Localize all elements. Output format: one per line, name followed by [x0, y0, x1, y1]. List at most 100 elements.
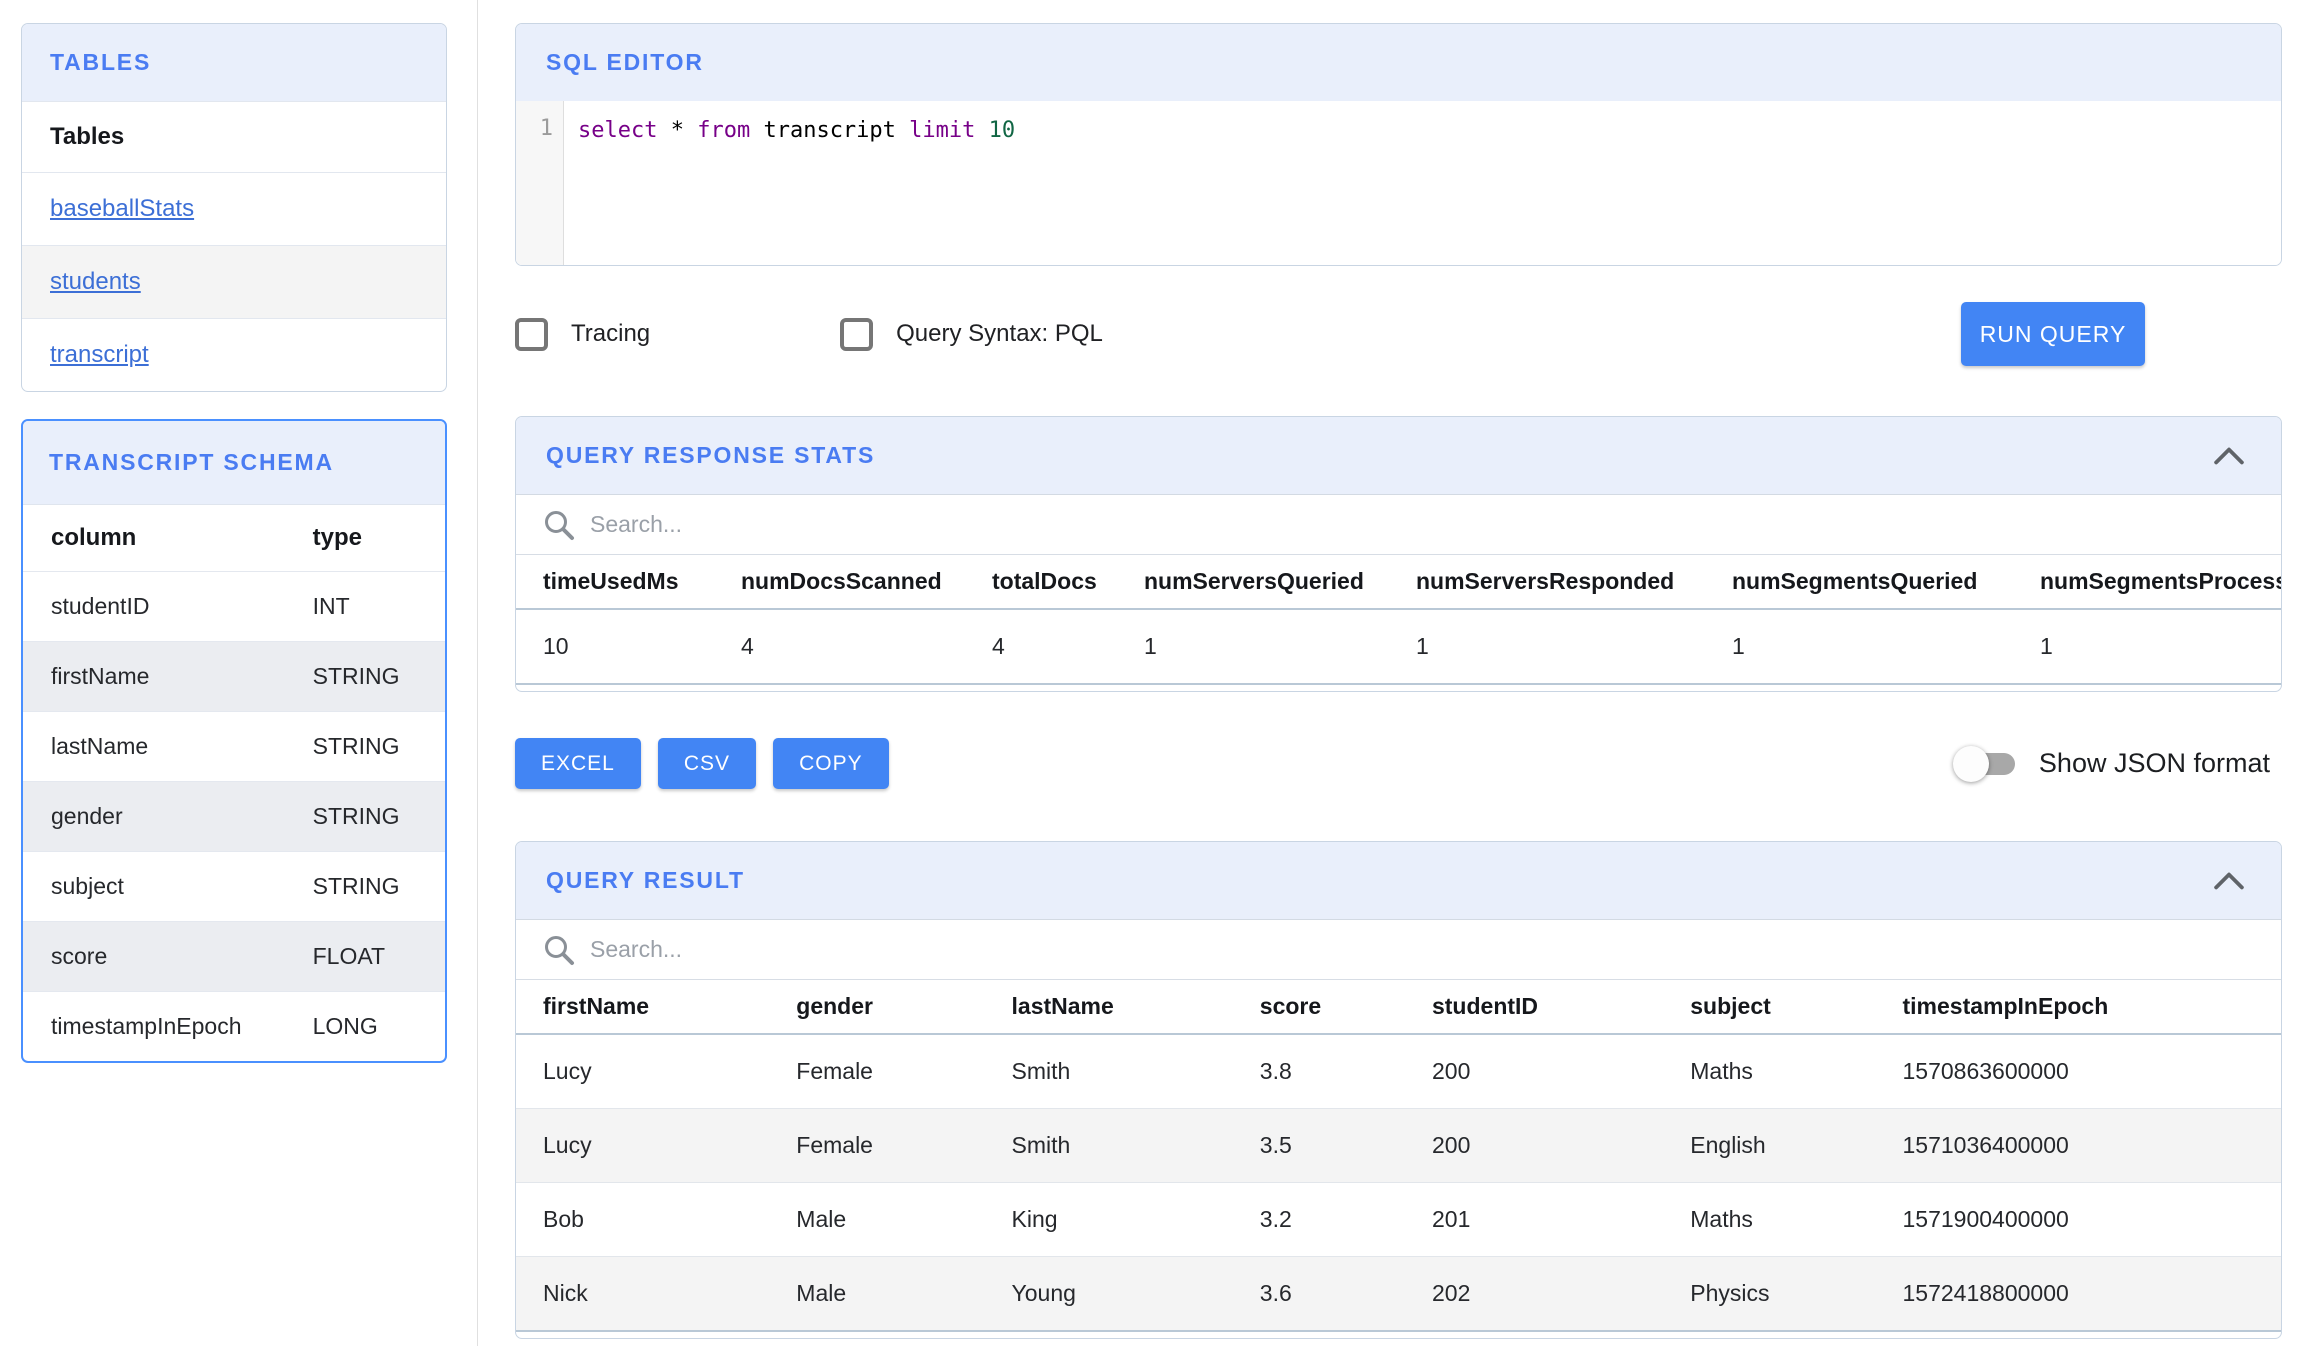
schema-panel-title: TRANSCRIPT SCHEMA: [49, 449, 334, 476]
pql-syntax-checkbox[interactable]: [840, 318, 873, 351]
query-controls-row: Tracing Query Syntax: PQL RUN QUERY: [515, 302, 2282, 366]
stats-table-container: timeUsedMs numDocsScanned totalDocs numS…: [516, 555, 2281, 691]
result-search-input[interactable]: [590, 936, 1290, 963]
schema-cell: gender: [23, 782, 285, 852]
schema-cell: STRING: [285, 782, 445, 852]
result-cell: 201: [1405, 1183, 1663, 1257]
result-table-container: firstName gender lastName score studentI…: [516, 980, 2281, 1338]
sql-token: select: [578, 118, 657, 143]
schema-cell: FLOAT: [285, 922, 445, 992]
tables-panel-header: TABLES: [22, 24, 446, 101]
stats-panel-header: QUERY RESPONSE STATS: [516, 417, 2281, 495]
result-col-header: timestampInEpoch: [1876, 980, 2282, 1034]
result-cell: 1571036400000: [1876, 1109, 2282, 1183]
sql-token: *: [657, 118, 697, 143]
sql-editor-title: SQL EDITOR: [546, 49, 704, 76]
schema-cell: timestampInEpoch: [23, 992, 285, 1062]
schema-header-row: column type: [23, 505, 445, 572]
result-collapse-button[interactable]: [2207, 868, 2251, 894]
table-link-transcript[interactable]: transcript: [50, 341, 149, 368]
table-row: Lucy Female Smith 3.5 200 English 157103…: [516, 1109, 2281, 1183]
chevron-up-icon: [2213, 872, 2245, 890]
copy-button[interactable]: COPY: [773, 738, 889, 789]
result-cell: Maths: [1663, 1034, 1875, 1109]
tracing-label: Tracing: [571, 320, 650, 348]
result-col-header: subject: [1663, 980, 1875, 1034]
stats-cell: 1: [1389, 609, 1705, 684]
schema-cell: firstName: [23, 642, 285, 712]
run-query-button[interactable]: RUN QUERY: [1961, 302, 2145, 366]
excel-button[interactable]: EXCEL: [515, 738, 641, 789]
table-list-item[interactable]: transcript: [22, 318, 446, 391]
table-row: Lucy Female Smith 3.8 200 Maths 15708636…: [516, 1034, 2281, 1109]
export-row: EXCEL CSV COPY Show JSON format: [515, 738, 2282, 789]
transcript-schema-panel: TRANSCRIPT SCHEMA column type studentID …: [21, 419, 447, 1063]
sql-token: 10: [975, 118, 1015, 143]
schema-row: timestampInEpoch LONG: [23, 992, 445, 1062]
stats-cell: 1: [1117, 609, 1389, 684]
tracing-checkbox[interactable]: [515, 318, 548, 351]
result-cell: Lucy: [516, 1109, 769, 1183]
sql-editor-header: SQL EDITOR: [516, 24, 2281, 101]
stats-col-header: numServersQueried: [1117, 555, 1389, 609]
code-input-area[interactable]: select * from transcript limit 10: [564, 101, 2281, 265]
result-cell: 1570863600000: [1876, 1034, 2282, 1109]
result-search-row: [516, 920, 2281, 980]
result-panel-title: QUERY RESULT: [546, 867, 745, 894]
schema-cell: INT: [285, 572, 445, 642]
stats-header-row: timeUsedMs numDocsScanned totalDocs numS…: [516, 555, 2281, 609]
stats-col-header: numSegmentsProcessed: [2013, 555, 2281, 609]
stats-cell: 4: [714, 609, 965, 684]
result-cell: Maths: [1663, 1183, 1875, 1257]
table-link-baseballStats[interactable]: baseballStats: [50, 195, 194, 222]
schema-cell: subject: [23, 852, 285, 922]
schema-col-header: type: [285, 505, 445, 572]
result-cell: Smith: [985, 1109, 1233, 1183]
stats-cell: 10: [516, 609, 714, 684]
stats-panel-title: QUERY RESPONSE STATS: [546, 442, 875, 469]
toggle-thumb: [1953, 746, 1989, 782]
result-cell: Nick: [516, 1257, 769, 1332]
pql-syntax-label: Query Syntax: PQL: [896, 320, 1103, 348]
schema-panel-header: TRANSCRIPT SCHEMA: [23, 421, 445, 504]
result-col-header: studentID: [1405, 980, 1663, 1034]
result-table: firstName gender lastName score studentI…: [516, 980, 2281, 1332]
schema-row: lastName STRING: [23, 712, 445, 782]
result-panel-header: QUERY RESULT: [516, 842, 2281, 920]
result-col-header: firstName: [516, 980, 769, 1034]
chevron-up-icon: [2213, 447, 2245, 465]
table-link-students[interactable]: students: [50, 268, 141, 295]
stats-search-input[interactable]: [590, 511, 1290, 538]
csv-button[interactable]: CSV: [658, 738, 756, 789]
query-result-panel: QUERY RESULT: [515, 841, 2282, 1339]
line-number-gutter: 1: [516, 101, 564, 265]
result-cell: 202: [1405, 1257, 1663, 1332]
result-cell: 1572418800000: [1876, 1257, 2282, 1332]
schema-table: column type studentID INT firstName STRI…: [23, 504, 445, 1061]
sql-token: limit: [909, 118, 975, 143]
tables-panel-title: TABLES: [50, 49, 151, 76]
stats-collapse-button[interactable]: [2207, 443, 2251, 469]
code-editor[interactable]: 1 select * from transcript limit 10: [516, 101, 2281, 265]
sql-token: transcript: [750, 118, 909, 143]
stats-col-header: numDocsScanned: [714, 555, 965, 609]
table-list-item[interactable]: baseballStats: [22, 172, 446, 245]
schema-cell: LONG: [285, 992, 445, 1062]
table-list-item[interactable]: students: [22, 245, 446, 318]
sidebar: TABLES Tables baseballStats students tra…: [0, 0, 478, 1346]
result-cell: 3.6: [1233, 1257, 1405, 1332]
result-cell: English: [1663, 1109, 1875, 1183]
schema-row: firstName STRING: [23, 642, 445, 712]
main-content: SQL EDITOR 1 select * from transcript li…: [479, 0, 2304, 1346]
stats-cell: 1: [2013, 609, 2281, 684]
sql-query-text: select * from transcript limit 10: [578, 116, 2281, 146]
schema-cell: lastName: [23, 712, 285, 782]
search-icon: [542, 933, 576, 967]
result-cell: Male: [769, 1183, 984, 1257]
sql-editor-panel: SQL EDITOR 1 select * from transcript li…: [515, 23, 2282, 266]
json-toggle-label: Show JSON format: [2039, 748, 2270, 779]
tables-list-header: Tables: [22, 101, 446, 172]
result-cell: 1571900400000: [1876, 1183, 2282, 1257]
show-json-toggle[interactable]: [1953, 746, 2017, 782]
result-col-header: score: [1233, 980, 1405, 1034]
